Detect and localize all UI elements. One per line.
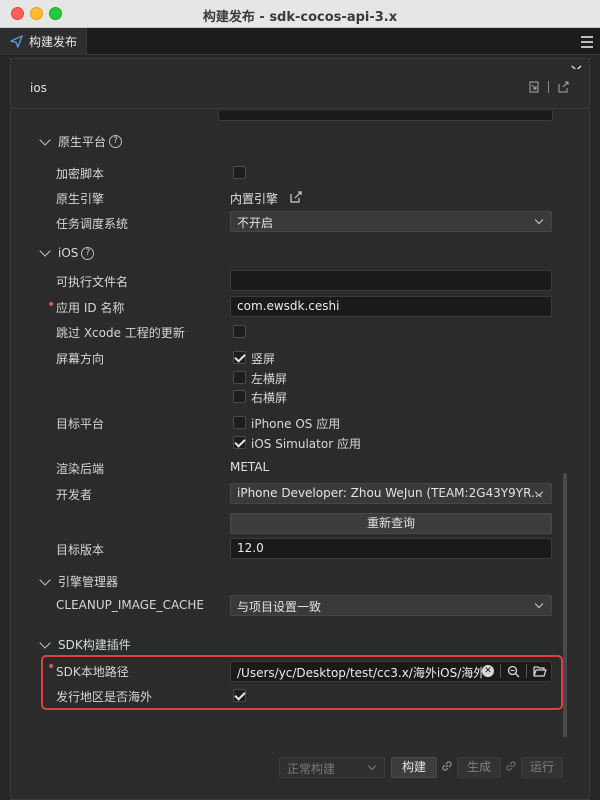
encrypt-checkbox[interactable] bbox=[233, 166, 246, 179]
build-footer: 正常构建 构建 生成 运行 bbox=[11, 737, 589, 799]
required-mark: • bbox=[47, 659, 56, 675]
overseas-label: 发行地区是否海外 bbox=[56, 690, 153, 704]
help-icon[interactable]: ? bbox=[109, 135, 123, 148]
section-title: 引擎管理器 bbox=[58, 575, 119, 589]
app-id-input[interactable]: com.ewsdk.ceshi bbox=[230, 296, 552, 317]
clear-icon[interactable]: ✕ bbox=[482, 665, 494, 677]
cleanup-cache-label: CLEANUP_IMAGE_CACHE bbox=[56, 598, 204, 612]
platform-header: ios bbox=[11, 69, 589, 109]
paper-plane-icon bbox=[10, 35, 23, 48]
window-titlebar: 构建发布 - sdk-cocos-api-3.x bbox=[0, 0, 600, 28]
requery-button[interactable]: 重新查询 bbox=[230, 513, 552, 534]
section-title: SDK构建插件 bbox=[58, 638, 131, 652]
target-simulator-label: iOS Simulator 应用 bbox=[251, 437, 361, 451]
build-mode-value: 正常构建 bbox=[287, 762, 336, 776]
export-icon[interactable] bbox=[557, 81, 569, 93]
chevron-down-icon bbox=[534, 599, 544, 609]
scheduler-select[interactable]: 不开启 bbox=[230, 211, 552, 232]
orientation-landscape-right-checkbox[interactable] bbox=[233, 390, 246, 403]
platform-name: ios bbox=[30, 81, 47, 95]
chevron-down-icon bbox=[39, 636, 51, 649]
target-iphone-label: iPhone OS 应用 bbox=[251, 417, 341, 431]
target-version-input[interactable]: 12.0 bbox=[230, 538, 552, 559]
build-button[interactable]: 构建 bbox=[391, 757, 437, 778]
app-id-label: 应用 ID 名称 bbox=[56, 301, 125, 315]
run-button[interactable]: 运行 bbox=[521, 757, 563, 778]
required-mark: • bbox=[47, 297, 56, 313]
orientation-landscape-left-label: 左横屏 bbox=[251, 372, 288, 386]
sdk-path-value: /Users/yc/Desktop/test/cc3.x/海外iOS/海外SDK bbox=[237, 666, 489, 680]
cut-off-input[interactable] bbox=[218, 111, 553, 121]
sdk-path-tools: ✕ bbox=[482, 664, 547, 678]
chevron-down-icon bbox=[534, 215, 544, 225]
divider bbox=[548, 81, 549, 93]
orientation-label: 屏幕方向 bbox=[56, 352, 105, 366]
target-simulator-checkbox[interactable] bbox=[233, 436, 246, 449]
skip-xcode-checkbox[interactable] bbox=[233, 325, 246, 338]
developer-label: 开发者 bbox=[56, 488, 93, 502]
make-button[interactable]: 生成 bbox=[457, 757, 501, 778]
platform-actions bbox=[528, 81, 569, 93]
edit-link-icon[interactable] bbox=[290, 191, 302, 203]
sdk-path-label: SDK本地路径 bbox=[56, 665, 129, 679]
vertical-scrollbar[interactable] bbox=[563, 473, 567, 737]
chevron-down-icon bbox=[39, 245, 51, 257]
cleanup-cache-select[interactable]: 与项目设置一致 bbox=[230, 595, 552, 616]
cleanup-cache-value: 与项目设置一致 bbox=[237, 600, 322, 614]
section-ios[interactable]: iOS ? bbox=[39, 245, 95, 260]
search-icon[interactable] bbox=[507, 665, 520, 678]
window-title: 构建发布 - sdk-cocos-api-3.x bbox=[202, 10, 398, 25]
developer-value: iPhone Developer: Zhou WeJun (TEAM:2G43Y… bbox=[237, 486, 543, 500]
import-icon[interactable] bbox=[528, 81, 540, 93]
target-iphone-checkbox[interactable] bbox=[233, 416, 246, 429]
exe-name-label: 可执行文件名 bbox=[56, 275, 129, 289]
skip-xcode-label: 跳过 Xcode 工程的更新 bbox=[56, 326, 185, 340]
options-scroll-area[interactable]: 原生平台 ? 加密脚本 原生引擎 内置引擎 任务调度系统 不开启 iOS ? 可… bbox=[11, 111, 589, 737]
native-engine-label: 原生引擎 bbox=[56, 192, 105, 206]
section-title: 原生平台 bbox=[58, 135, 107, 149]
tab-build-publish[interactable]: 构建发布 bbox=[0, 28, 87, 55]
menu-icon[interactable] bbox=[581, 36, 593, 51]
chevron-down-icon bbox=[39, 133, 51, 146]
exe-name-input[interactable] bbox=[230, 270, 552, 291]
chevron-down-icon bbox=[367, 761, 377, 771]
build-panel: × ios 原生平台 ? 加密脚本 原生引擎 内置引擎 bbox=[10, 58, 590, 800]
developer-select[interactable]: iPhone Developer: Zhou WeJun (TEAM:2G43Y… bbox=[230, 483, 552, 504]
target-version-label: 目标版本 bbox=[56, 543, 105, 557]
orientation-portrait-checkbox[interactable] bbox=[233, 351, 246, 364]
folder-open-icon[interactable] bbox=[533, 665, 547, 677]
tab-label: 构建发布 bbox=[29, 35, 78, 49]
native-engine-value: 内置引擎 bbox=[230, 192, 279, 206]
render-backend-value: METAL bbox=[230, 460, 270, 474]
divider bbox=[526, 664, 527, 678]
target-platform-label: 目标平台 bbox=[56, 417, 105, 431]
section-native[interactable]: 原生平台 ? bbox=[39, 133, 123, 150]
tab-strip: 构建发布 bbox=[0, 28, 600, 55]
divider bbox=[500, 664, 501, 678]
section-title: iOS bbox=[58, 246, 79, 260]
scheduler-value: 不开启 bbox=[237, 216, 274, 230]
overseas-checkbox[interactable] bbox=[233, 689, 246, 702]
orientation-landscape-left-checkbox[interactable] bbox=[233, 371, 246, 384]
encrypt-label: 加密脚本 bbox=[56, 167, 105, 181]
help-icon[interactable]: ? bbox=[81, 246, 95, 260]
build-mode-select[interactable]: 正常构建 bbox=[279, 757, 385, 778]
orientation-portrait-label: 竖屏 bbox=[251, 352, 276, 366]
section-sdk-plugin[interactable]: SDK构建插件 bbox=[39, 636, 131, 653]
link-icon bbox=[442, 761, 452, 771]
chevron-down-icon bbox=[39, 573, 51, 586]
orientation-landscape-right-label: 右横屏 bbox=[251, 391, 288, 405]
sdk-path-input[interactable]: /Users/yc/Desktop/test/cc3.x/海外iOS/海外SDK… bbox=[230, 661, 552, 682]
section-engine-manager[interactable]: 引擎管理器 bbox=[39, 573, 119, 590]
link-icon bbox=[506, 761, 516, 771]
render-backend-label: 渲染后端 bbox=[56, 462, 105, 476]
scheduler-label: 任务调度系统 bbox=[56, 217, 129, 231]
